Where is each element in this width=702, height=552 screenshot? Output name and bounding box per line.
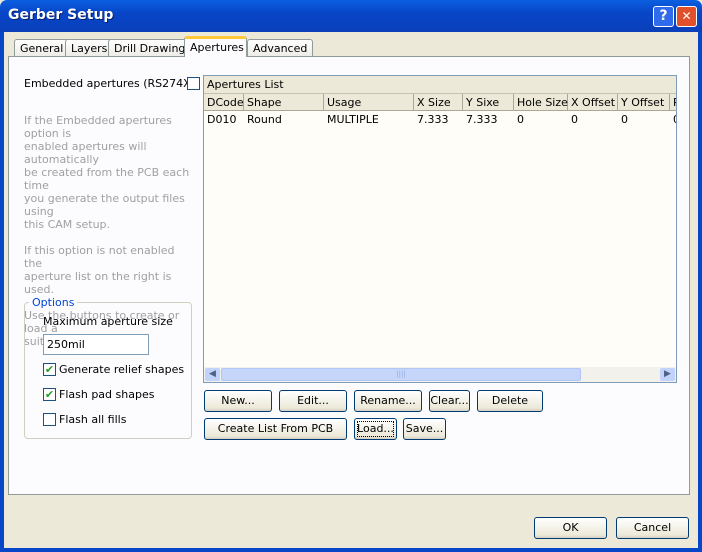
options-title: Options (29, 296, 78, 309)
cell-y-offset: 0 (621, 113, 628, 126)
tab-drill-drawing[interactable]: Drill Drawing (108, 39, 192, 57)
tab-layers[interactable]: Layers (65, 39, 114, 57)
cell-r: 0 (670, 113, 676, 126)
generate-relief-checkbox[interactable]: ✔ (43, 363, 56, 376)
flash-fills-label: Flash all fills (59, 413, 127, 426)
help-line: you generate the output files using (24, 192, 185, 218)
clear-button[interactable]: Clear... (429, 390, 470, 412)
embedded-apertures-label: Embedded apertures (RS274X) (24, 77, 195, 90)
generate-relief-label: Generate relief shapes (59, 363, 185, 376)
help-line: aperture list on the right is used. (24, 270, 172, 296)
scroll-thumb[interactable]: |||| (221, 368, 581, 381)
cell-shape: Round (247, 113, 282, 126)
cell-dcode: D010 (207, 113, 237, 126)
help-button[interactable]: ? (653, 6, 674, 27)
save-button[interactable]: Save... (403, 418, 446, 440)
column-header[interactable]: DCode (204, 94, 244, 111)
help-line: If the Embedded apertures option is (24, 114, 172, 140)
new-button[interactable]: New... (204, 390, 272, 412)
tab-general[interactable]: General (14, 39, 70, 57)
column-header[interactable]: Y Offset (618, 94, 670, 111)
cell-x-offset: 0 (571, 113, 578, 126)
edit-button[interactable]: Edit... (279, 390, 347, 412)
cancel-button[interactable]: Cancel (616, 517, 689, 539)
scroll-left-icon[interactable]: ◀ (205, 368, 220, 381)
window-title: Gerber Setup (8, 7, 114, 23)
help-line: enabled apertures will automatically (24, 140, 147, 166)
apertures-list[interactable]: Apertures List DCode Shape Usage X Size … (203, 75, 677, 383)
max-aperture-input[interactable]: 250mil (43, 334, 149, 355)
column-header[interactable]: Shape (244, 94, 324, 111)
help-line (24, 231, 194, 244)
close-button[interactable]: ✕ (676, 6, 697, 27)
ok-button[interactable]: OK (534, 517, 607, 539)
cell-usage: MULTIPLE (327, 113, 379, 126)
load-button[interactable]: Load... (354, 418, 397, 440)
tab-apertures[interactable]: Apertures (184, 36, 247, 57)
rename-button[interactable]: Rename... (354, 390, 422, 412)
horizontal-scrollbar[interactable]: ◀ |||| ▶ (204, 367, 676, 382)
flash-pad-checkbox[interactable]: ✔ (43, 388, 56, 401)
create-list-button[interactable]: Create List From PCB (204, 418, 347, 440)
help-line: be created from the PCB each time (24, 166, 190, 192)
flash-pad-label: Flash pad shapes (59, 388, 155, 401)
help-line: this CAM setup. (24, 218, 111, 231)
help-line: If this option is not enabled the (24, 244, 175, 270)
list-title: Apertures List (204, 76, 676, 94)
cell-y-size: 7.333 (466, 113, 498, 126)
cell-hole-size: 0 (517, 113, 524, 126)
column-header[interactable]: Hole Size (514, 94, 568, 111)
max-aperture-label: Maximum aperture size (43, 315, 173, 328)
tab-advanced[interactable]: Advanced (247, 39, 314, 57)
column-header[interactable]: X Offset (568, 94, 618, 111)
scroll-right-icon[interactable]: ▶ (660, 368, 675, 381)
column-header[interactable]: Usage (324, 94, 414, 111)
delete-button[interactable]: Delete (477, 390, 543, 412)
flash-fills-checkbox[interactable] (43, 413, 56, 426)
cell-x-size: 7.333 (417, 113, 449, 126)
column-header[interactable]: Y Sixe (463, 94, 514, 111)
embedded-apertures-checkbox[interactable] (187, 77, 200, 90)
column-header[interactable]: R (670, 94, 676, 111)
column-header[interactable]: X Size (414, 94, 463, 111)
